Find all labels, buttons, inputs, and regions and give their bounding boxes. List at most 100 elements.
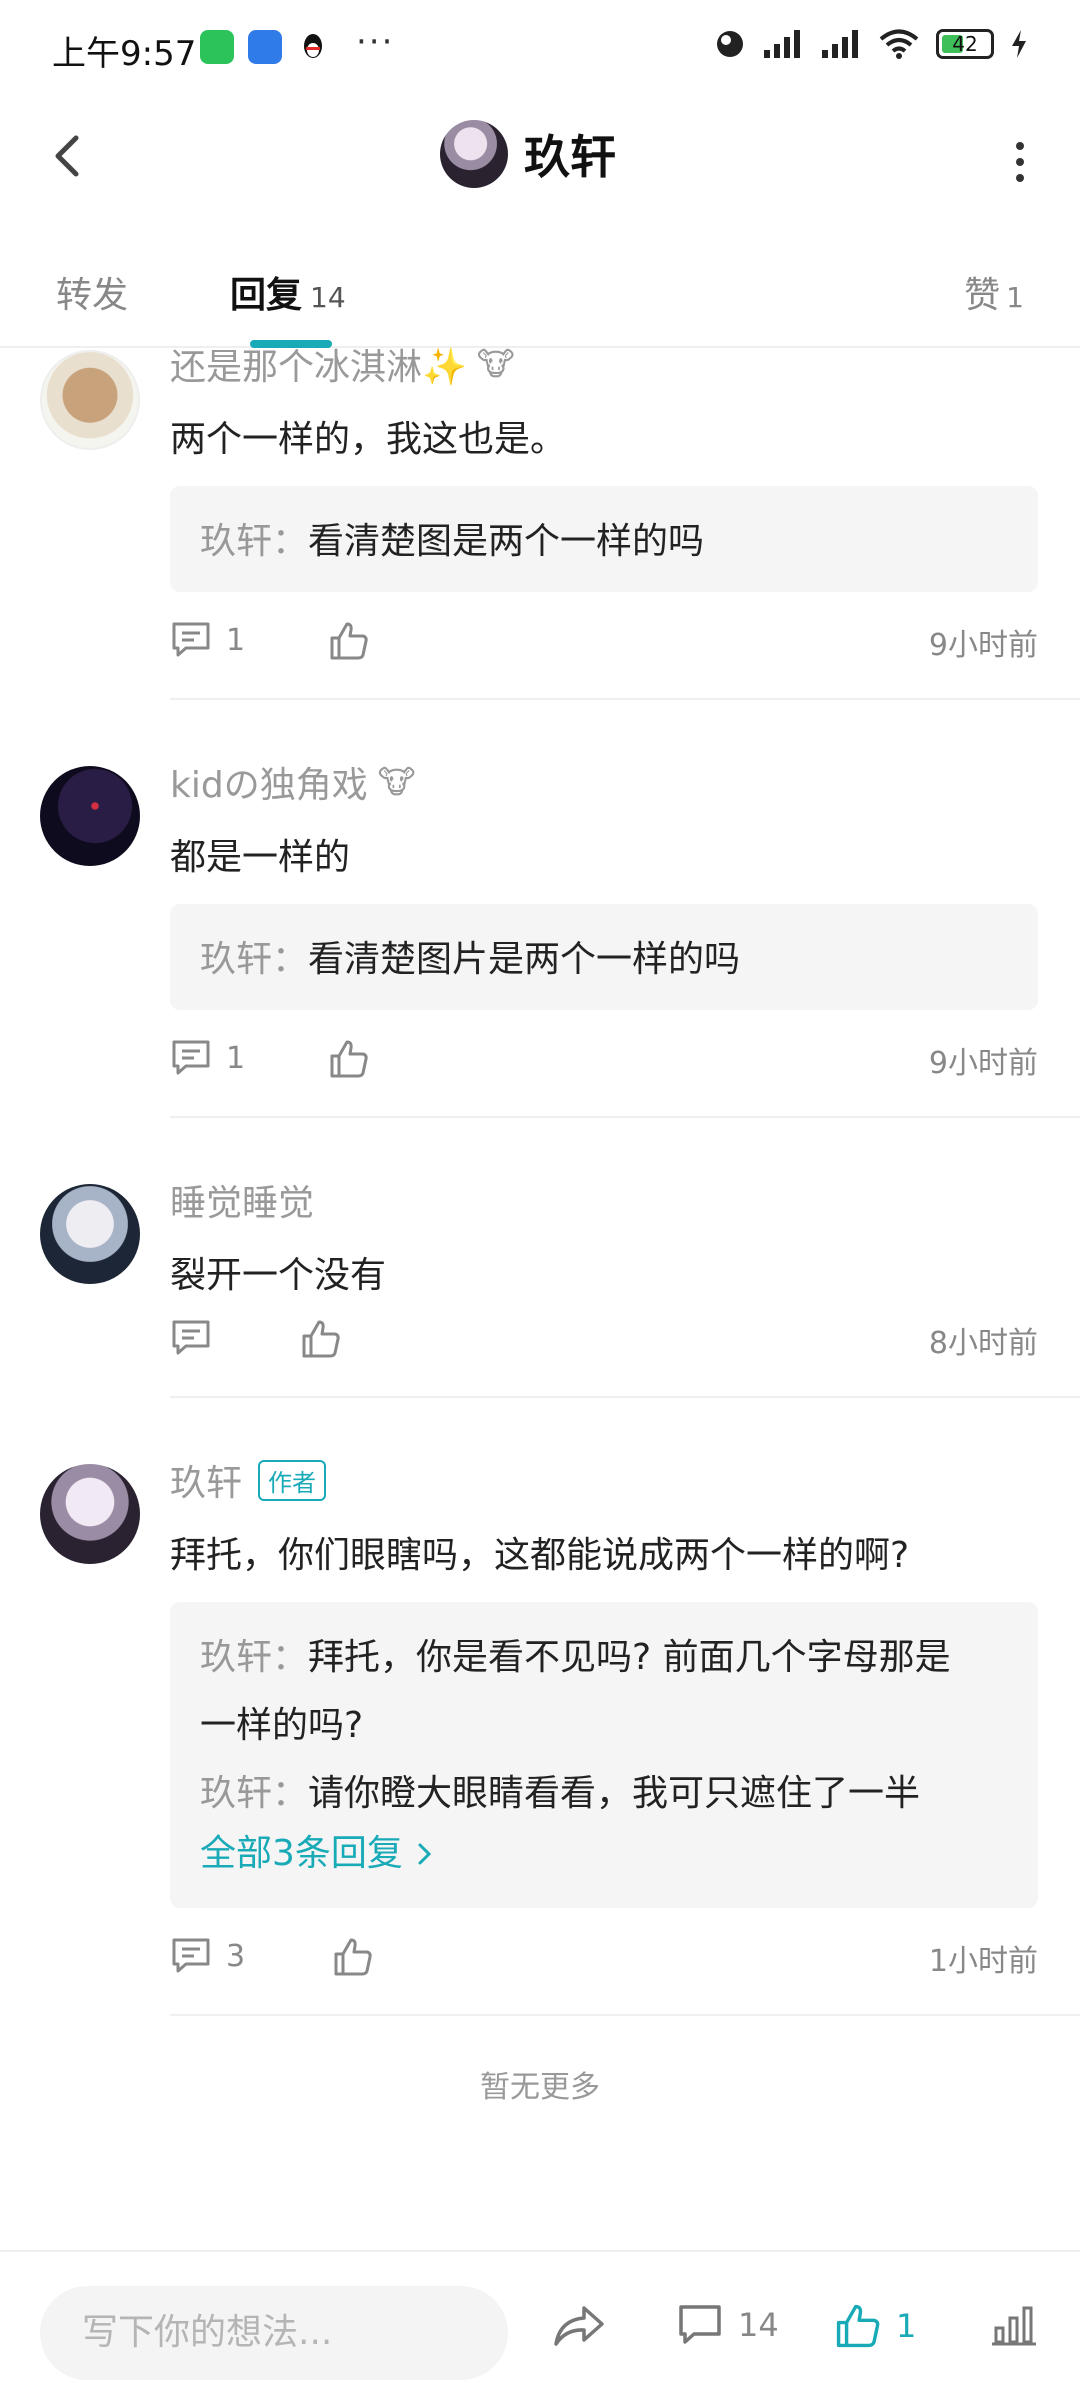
comment-username[interactable]: 玖轩 作者 [170,1454,327,1506]
quote-user: 玖轩 [200,521,273,562]
author-badge: 作者 [258,1459,327,1501]
comment-username[interactable]: kidの独角戏 🐮 [170,756,416,808]
status-time: 上午9:57 [52,34,197,74]
page-title: 玖轩 [524,130,616,184]
comment-username-text: 玖轩 [170,1463,243,1504]
avatar[interactable] [40,350,140,450]
comment-actions: 8小时前 [170,1318,1038,1378]
back-button[interactable] [40,126,100,186]
tab-like-label: 赞 [964,275,1001,316]
like-button[interactable] [332,1936,374,1978]
comment-icon [172,1320,210,1355]
tab-forward-label: 转发 [56,275,129,316]
quote-line-continued: 一样的吗? [200,1705,364,1746]
comment-actions: 3 1小时前 [170,1936,1038,1996]
tab-like-count: 1 [1006,281,1024,314]
no-more-text: 暂无更多 [480,2070,600,2105]
vpn-icon [717,31,743,57]
comment-username-text: 睡觉睡觉 [170,1183,315,1224]
comment-username[interactable]: 睡觉睡觉 [170,1174,314,1226]
avatar[interactable] [440,120,508,188]
header-title-group[interactable]: 玖轩 [440,120,616,188]
avatar[interactable] [40,766,140,866]
avatar[interactable] [40,1184,140,1284]
reply-button[interactable]: 3 [170,1936,245,1976]
like-button[interactable]: 1 [834,2302,916,2350]
header: 玖轩 [0,96,1080,216]
all-replies-link[interactable]: 全部3条回复 [200,1828,1008,1880]
thumbs-up-icon [302,1320,340,1358]
comment-text[interactable]: 拜托，你们眼瞎吗，这都能说成两个一样的啊? [170,1526,909,1578]
comment-time: 9小时前 [928,628,1038,663]
status-right: 42 [714,28,1028,60]
comment-actions: 1 9小时前 [170,620,1038,680]
comment-icon [172,1938,210,1973]
comment-username-text: kidの独角戏 [170,765,368,806]
thumbs-up-icon [330,1040,368,1078]
comment-time: 1小时前 [928,1944,1038,1979]
share-icon [554,2306,604,2346]
comment-actions: 1 9小时前 [170,1038,1038,1098]
like-button[interactable] [300,1318,342,1360]
status-bar: 上午9:57 ··· 42 [0,0,1080,96]
comment-username[interactable]: 还是那个冰淇淋✨ 🐮 [170,338,515,390]
quote-user: 玖轩 [200,939,273,980]
reply-button[interactable] [170,1318,212,1358]
thumbs-up-icon [836,2304,880,2348]
app-notification-icon [248,30,282,64]
reply-quote[interactable]: 玖轩：看清楚图片是两个一样的吗 [170,904,1038,1010]
avatar[interactable] [40,1464,140,1564]
comment-icon [679,2305,721,2344]
more-options-button[interactable] [1000,132,1040,192]
tab-reply-label: 回复 [230,275,303,316]
comment-icon [172,1040,210,1075]
comment-text[interactable]: 都是一样的 [170,828,350,880]
like-button[interactable] [328,620,370,662]
reply-count: 1 [226,622,246,658]
bottom-bar: 写下你的想法... 14 1 [0,2250,1080,2400]
comment-icon [172,622,210,657]
battery-level: 42 [952,32,978,56]
tab-reply-count: 14 [310,281,346,314]
quote-line: 玖轩：看清楚图片是两个一样的吗 [200,939,741,980]
comment-text[interactable]: 两个一样的，我这也是。 [170,410,566,462]
divider [170,1396,1080,1398]
tab-bar: 转发 回复 14 赞1 [0,250,1080,348]
reply-button[interactable]: 1 [170,620,245,660]
comment-input[interactable]: 写下你的想法... [40,2286,508,2380]
quote-user: 玖轩 [200,1773,273,1814]
quote-line: 玖轩：看清楚图是两个一样的吗 [200,521,705,562]
reply-count: 3 [226,1938,246,1974]
wifi-icon [879,29,919,59]
reply-count: 1 [226,1040,246,1076]
chevron-left-icon [55,135,79,177]
reply-quote[interactable]: 玖轩：看清楚图是两个一样的吗 [170,486,1038,592]
quote-line: 玖轩：拜托，你是看不见吗? 前面几个字母那是 [200,1637,951,1678]
bar-chart-icon [992,2306,1036,2346]
thumbs-up-icon [334,1938,372,1976]
wechat-icon [200,30,234,64]
quote-text: 请你瞪大眼睛看看，我可只遮住了一半 [308,1773,921,1814]
status-more-icon: ··· [356,22,395,62]
signal-2-icon [822,30,858,58]
comment-count: 14 [738,2306,779,2344]
like-count: 1 [896,2307,917,2345]
comment-time: 8小时前 [928,1326,1038,1361]
tab-reply[interactable]: 回复 14 [230,266,346,318]
tab-like[interactable]: 赞1 [964,266,1024,318]
qq-icon [296,30,330,64]
stats-button[interactable] [990,2302,1038,2348]
battery-icon: 42 [936,29,994,59]
divider [170,1116,1080,1118]
share-button[interactable] [552,2302,606,2350]
comments-button[interactable]: 14 [676,2302,779,2348]
reply-quote[interactable]: 玖轩：拜托，你是看不见吗? 前面几个字母那是 一样的吗? 玖轩：请你瞪大眼睛看看… [170,1602,1038,1908]
quote-text: 看清楚图是两个一样的吗 [308,521,705,562]
user-emoji-icon: 🐮 [377,763,416,801]
reply-button[interactable]: 1 [170,1038,245,1078]
quote-user: 玖轩 [200,1637,273,1678]
comment-text[interactable]: 裂开一个没有 [170,1246,386,1298]
tab-forward[interactable]: 转发 [56,266,128,318]
comment-time: 9小时前 [928,1046,1038,1081]
like-button[interactable] [328,1038,370,1080]
